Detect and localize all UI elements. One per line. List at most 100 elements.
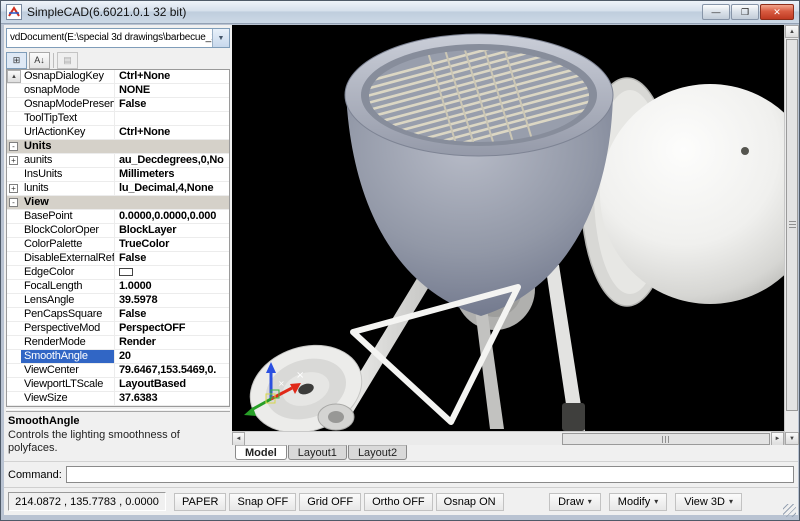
scroll-up-button[interactable]: ▲ bbox=[7, 70, 21, 83]
property-row[interactable]: PenCapsSquareFalse bbox=[7, 308, 229, 322]
property-value: 20 bbox=[115, 350, 229, 363]
property-row[interactable]: ViewSize37.6383 bbox=[7, 392, 229, 406]
edge-color-swatch[interactable] bbox=[119, 268, 133, 276]
close-button[interactable]: ✕ bbox=[760, 4, 794, 20]
property-row[interactable]: +lunitslu_Decimal,4,None bbox=[7, 182, 229, 196]
categorized-icon: ⊞ bbox=[13, 55, 21, 66]
collapse-icon[interactable]: - bbox=[9, 198, 18, 207]
grill-wheel bbox=[318, 404, 354, 430]
property-row[interactable]: ViewportLTScaleLayoutBased bbox=[7, 378, 229, 392]
property-row[interactable]: ColorPaletteTrueColor bbox=[7, 238, 229, 252]
property-category-row[interactable]: -View bbox=[7, 196, 229, 210]
minimize-button[interactable]: — bbox=[702, 4, 730, 20]
command-line-row: Command: bbox=[4, 461, 798, 487]
osnap-toggle[interactable]: Osnap ON bbox=[436, 493, 504, 511]
app-icon bbox=[6, 4, 22, 20]
property-name: UrlActionKey bbox=[21, 126, 115, 139]
expand-icon[interactable]: + bbox=[9, 156, 18, 165]
chevron-down-icon: ▾ bbox=[654, 497, 658, 506]
categorized-button[interactable]: ⊞ bbox=[6, 52, 27, 69]
property-value: NONE bbox=[115, 84, 229, 97]
modify-menu-label: Modify bbox=[618, 496, 650, 508]
property-category-row[interactable]: -Units bbox=[7, 140, 229, 154]
property-value: PerspectOFF bbox=[115, 322, 229, 335]
property-row[interactable]: ViewCenter79.6467,153.5469,0. bbox=[7, 364, 229, 378]
viewport-horizontal-scrollbar[interactable]: ◄ ► bbox=[232, 431, 784, 445]
document-combobox[interactable]: vdDocument(E:\special 3d drawings\barbec… bbox=[6, 28, 230, 48]
viewport-vertical-scrollbar[interactable]: ▲ ▼ bbox=[784, 25, 798, 445]
property-row[interactable]: BlockColorOperBlockLayer bbox=[7, 224, 229, 238]
grid-toggle[interactable]: Grid OFF bbox=[299, 493, 361, 511]
property-row-selected[interactable]: SmoothAngle20 bbox=[7, 350, 229, 364]
scroll-down-button[interactable]: ▼ bbox=[785, 432, 799, 445]
snap-toggle[interactable]: Snap OFF bbox=[229, 493, 296, 511]
minimize-icon: — bbox=[712, 8, 721, 17]
property-value: False bbox=[115, 308, 229, 321]
property-row[interactable]: ToolTipText bbox=[7, 112, 229, 126]
property-row[interactable]: BasePoint0.0000,0.0000,0.000 bbox=[7, 210, 229, 224]
property-pages-button: ▤ bbox=[57, 52, 78, 69]
property-name: FocalLength bbox=[21, 280, 115, 293]
property-name: ToolTipText bbox=[21, 112, 115, 125]
property-description-title: SmoothAngle bbox=[8, 415, 230, 427]
property-value: Ctrl+None bbox=[115, 70, 229, 83]
window-title: SimpleCAD(6.6021.0.1 32 bit) bbox=[27, 5, 701, 19]
property-value: lu_Decimal,4,None bbox=[115, 182, 229, 195]
property-row[interactable]: FocalLength1.0000 bbox=[7, 280, 229, 294]
property-row[interactable]: PerspectiveModPerspectOFF bbox=[7, 322, 229, 336]
property-grid[interactable]: ▲ OsnapDialogKeyCtrl+None osnapModeNONE … bbox=[6, 69, 230, 407]
property-row[interactable]: EdgeColor bbox=[7, 266, 229, 280]
property-name: ViewCenter bbox=[21, 364, 115, 377]
category-name: View bbox=[21, 196, 49, 209]
property-row[interactable]: RenderModeRender bbox=[7, 336, 229, 350]
scroll-up-button[interactable]: ▲ bbox=[785, 25, 799, 38]
property-row[interactable]: OsnapDialogKeyCtrl+None bbox=[7, 70, 229, 84]
status-toggles: PAPER Snap OFF Grid OFF Ortho OFF Osnap … bbox=[174, 493, 504, 511]
svg-text:×: × bbox=[278, 379, 285, 388]
draw-menu-button[interactable]: Draw ▾ bbox=[549, 493, 601, 511]
property-row[interactable]: InsUnitsMillimeters bbox=[7, 168, 229, 182]
scroll-right-button[interactable]: ► bbox=[771, 432, 784, 446]
property-row[interactable]: OsnapModePreserveFalse bbox=[7, 98, 229, 112]
alphabetical-sort-button[interactable]: A↓ bbox=[29, 52, 50, 69]
tab-layout1[interactable]: Layout1 bbox=[288, 445, 347, 460]
chevron-down-icon: ▾ bbox=[588, 497, 592, 506]
property-value: 0.0000,0.0000,0.000 bbox=[115, 210, 229, 223]
modify-menu-button[interactable]: Modify ▾ bbox=[609, 493, 667, 511]
property-row[interactable]: +aunitsau_Decdegrees,0,No bbox=[7, 154, 229, 168]
horizontal-scrollbar-thumb[interactable] bbox=[562, 433, 770, 445]
viewport-3d[interactable]: × × bbox=[232, 25, 784, 431]
window-controls: — ❐ ✕ bbox=[701, 4, 794, 20]
property-description-text: Controls the lighting smoothness of poly… bbox=[8, 429, 230, 455]
application-window: { "window": { "title": "SimpleCAD(6.6021… bbox=[0, 0, 800, 521]
view3d-menu-button[interactable]: View 3D▾ bbox=[675, 493, 742, 511]
property-row[interactable]: osnapModeNONE bbox=[7, 84, 229, 98]
panel-splitter[interactable] bbox=[6, 409, 230, 412]
property-name: PenCapsSquare bbox=[21, 308, 115, 321]
maximize-button[interactable]: ❐ bbox=[731, 4, 759, 20]
az-sort-icon: A↓ bbox=[34, 55, 45, 65]
property-value: 37.6383 bbox=[115, 392, 229, 405]
property-row[interactable]: LensAngle39.5978 bbox=[7, 294, 229, 308]
coordinate-display: 214.0872 , 135.7783 , 0.0000 bbox=[8, 492, 166, 511]
barbecue-model: × × bbox=[232, 25, 784, 431]
property-value: LayoutBased bbox=[115, 378, 229, 391]
ortho-toggle[interactable]: Ortho OFF bbox=[364, 493, 433, 511]
paper-toggle[interactable]: PAPER bbox=[174, 493, 226, 511]
resize-grip[interactable] bbox=[783, 504, 796, 517]
draw-menu-label: Draw bbox=[558, 496, 584, 508]
property-row[interactable]: UrlActionKeyCtrl+None bbox=[7, 126, 229, 140]
title-bar[interactable]: SimpleCAD(6.6021.0.1 32 bit) — ❐ ✕ bbox=[1, 1, 799, 24]
chevron-down-icon: ▼ bbox=[218, 35, 225, 42]
expand-icon[interactable]: + bbox=[9, 184, 18, 193]
tab-model[interactable]: Model bbox=[235, 445, 287, 460]
property-value: TrueColor bbox=[115, 238, 229, 251]
property-row[interactable]: DisableExternalRefeFalse bbox=[7, 252, 229, 266]
collapse-icon[interactable]: - bbox=[9, 142, 18, 151]
combobox-dropdown-button[interactable]: ▼ bbox=[212, 29, 229, 47]
view3d-menu-label: View 3D bbox=[684, 496, 725, 508]
command-input[interactable] bbox=[66, 466, 794, 483]
vertical-scrollbar-thumb[interactable] bbox=[786, 39, 798, 411]
tab-layout2[interactable]: Layout2 bbox=[348, 445, 407, 460]
scroll-left-button[interactable]: ◄ bbox=[232, 432, 245, 446]
